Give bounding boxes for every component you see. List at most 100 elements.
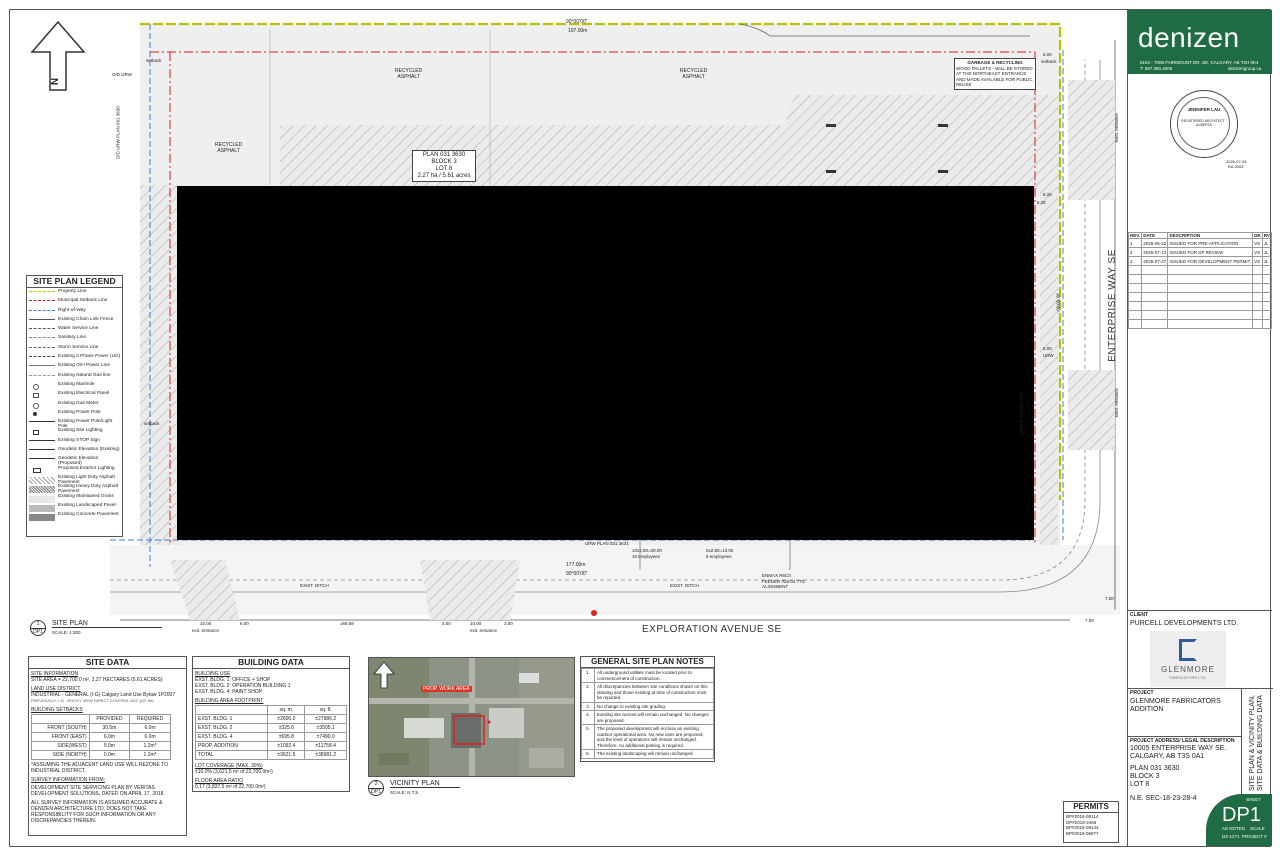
revision-cell — [1167, 301, 1254, 311]
lot-block: BLOCK 3 — [431, 159, 457, 165]
note-row: 1. All underground utilities must be loca… — [581, 668, 714, 683]
note-number: 3. — [581, 701, 595, 711]
site-data-panel: SITE DATA SITE INFORMATION SITE AREA = 2… — [28, 656, 187, 836]
building-cell: EXST. BLDG. 4 — [194, 732, 269, 742]
note-text: All discrepancies between site condition… — [594, 682, 714, 703]
permit-item: BP#2018-06977 — [1066, 830, 1099, 836]
exist-ditch-right: EXIST. DITCH — [670, 583, 699, 588]
stamp-ra: RA 3003 — [1228, 164, 1244, 169]
revision-cell — [1261, 301, 1273, 311]
legend-swatch — [29, 300, 55, 302]
building-uses: EXST. BLDG. 1: OFFICE + SHOP EXST. BLDG. … — [195, 677, 347, 695]
building-cell: ±3505.1 — [304, 723, 347, 733]
project-address-1: 10005 ENTERPRISE WAY SE. — [1130, 745, 1227, 752]
revision-col-header: DR — [1252, 232, 1263, 239]
building-area-table: sq. m. sq. ft. EXST. BLDG. 1 ±2600.0 ±27986… — [194, 705, 347, 760]
revision-row: 1 2026-05-22 ISSUED FOR PRE-APPLICATION VS J… — [1127, 238, 1273, 248]
dim-3-b: 3.00 — [504, 621, 513, 626]
revision-cell: ISSUED FOR DP REVIEW — [1167, 247, 1254, 257]
revision-cell: ISSUED FOR DEVELOPMENT PERMIT — [1167, 256, 1254, 266]
note-number: 5. — [581, 724, 595, 750]
permits-list: BP#2018-09114 DP#2019-2466 BP#2018-09144 BP… — [1064, 813, 1118, 837]
revision-cell — [1127, 319, 1143, 329]
building-cell: ±7490.0 — [304, 732, 347, 742]
building-data-title: BUILDING DATA — [193, 657, 349, 669]
legend-item: Existing Light Duty Asphalt Pavement — [27, 474, 122, 485]
bearing-right: 90°00'00" — [1055, 293, 1061, 313]
left-urw-label: O/D URW — [112, 72, 132, 77]
lot-area: 2.27 ha / 5.61 acres — [417, 173, 471, 179]
legend-swatch — [29, 421, 55, 423]
garbage-title: GARBAGE & RECYCLING — [967, 60, 1023, 65]
building-row: EXST. BLDG. 1 ±2600.0 ±27986.2 — [194, 714, 347, 724]
legend-swatch — [29, 309, 55, 311]
project-section: PROJECT GLENMORE FABRICATORS ADDITION — [1128, 688, 1241, 715]
revision-cell: VS — [1252, 247, 1263, 257]
project-heading: PROJECT — [1130, 690, 1154, 696]
stamp-ring-text: REGISTERED ARCHITECT · ALBERTA — [1181, 119, 1227, 127]
legend-swatch — [29, 328, 55, 330]
note-text: The existing landscaping will remain unc… — [594, 749, 714, 759]
company-address: 5104 - 7005 FAIRMOUNT DR. SE, CALGARY, A… — [1140, 60, 1259, 65]
revision-cell — [1127, 292, 1143, 302]
notes-title: GENERAL SITE PLAN NOTES — [581, 657, 714, 668]
vicinity-caption-number: 2 — [374, 781, 378, 787]
client-logo: GLENMORE FABRICATORS LTD. — [1150, 631, 1226, 687]
garbage-note: GARBAGE & RECYCLING WOOD PALLETS - WILL … — [954, 58, 1036, 90]
street-south: EXPLORATION AVENUE SE — [642, 624, 782, 635]
setback-cell: 5.0m — [88, 741, 131, 751]
revision-cell: 1 — [1127, 238, 1143, 248]
note-text: No change to existing site grading. — [594, 701, 714, 711]
legend-item-label: Existing Concrete Pavement — [58, 512, 119, 518]
legend-swatch — [29, 374, 55, 376]
revision-cell: VS — [1252, 238, 1263, 248]
notes-table: 1. All underground utilities must be loca… — [581, 668, 714, 759]
bearing-bottom: 90°00'00" — [566, 571, 588, 577]
setback-left-2: setback — [144, 421, 160, 426]
revision-cell — [1127, 274, 1143, 284]
note-row: 5. The proposed development will enclose … — [581, 724, 714, 750]
revision-cell — [1141, 274, 1169, 284]
survey-note: ALL SURVEY INFORMATION IS ASSUMED ACCURA… — [31, 800, 163, 824]
note-number: 2. — [581, 682, 595, 703]
legend-item-label: Right-of-Way — [58, 307, 86, 313]
legend-swatch — [29, 346, 55, 348]
revision-cell — [1167, 274, 1254, 284]
setback-right-2: 6.25 — [1037, 200, 1046, 205]
parking-2: 5x2.80=13.00 — [706, 548, 734, 553]
legend-item-label: Existing Chain Link Fence — [58, 316, 114, 322]
revision-cell: 2 — [1127, 247, 1143, 257]
title-block: denizen 5104 - 7005 FAIRMOUNT DR. SE, CA… — [1127, 10, 1273, 846]
legend-item: Geodetic Elevation (Proposed) — [27, 455, 122, 466]
setback-left: setback — [146, 58, 162, 63]
legend-item: Proposed Exterior Lighting — [27, 465, 122, 474]
revision-col-header: REV. — [1127, 232, 1143, 239]
revision-cell — [1141, 310, 1169, 320]
setback-col-header: PROVIDED — [88, 714, 131, 724]
note-number: 1. — [581, 668, 595, 683]
legend-item-label: Existing Maintained Grass — [58, 493, 114, 499]
legend-item-label: Geodetic Elevation (Existing) — [58, 447, 120, 453]
legend-item: Existing Gas Meter — [27, 400, 122, 409]
district-prev: PREVIOUSLY: I-G - ROCKY VIEW DIRECT CONT… — [31, 698, 154, 703]
building-row: EXST. BLDG. 2 ±325.6 ±3505.1 — [194, 723, 347, 733]
legend-item-label: Water Service Line — [58, 326, 99, 332]
dim-59: ±59.59 — [340, 621, 354, 626]
legend-item-label: Existing STOP Sign — [58, 437, 100, 443]
site-info-text: SITE AREA = 22,700.0 m², 2.27 HECTARES (… — [31, 677, 163, 683]
building-cell: ±3621.5 — [267, 750, 306, 760]
legend-item: Property Line — [27, 288, 122, 297]
legend-item: Existing Concrete Pavement — [27, 511, 122, 522]
revision-cell: 3 — [1127, 256, 1143, 266]
legend-item: Existing Site Lighting — [27, 427, 122, 436]
revision-cell — [1141, 283, 1169, 293]
legend-swatch — [33, 383, 39, 390]
legend-item-label: Existing Natural Gas line — [58, 372, 111, 378]
urw-right: URW — [1043, 353, 1054, 358]
legend-item: Sanitary Line — [27, 334, 122, 343]
revision-cell — [1127, 283, 1143, 293]
revision-cell — [1167, 292, 1254, 302]
revision-cell — [1127, 301, 1143, 311]
revision-cell: 2026-07-13 — [1141, 247, 1169, 257]
stamp-name: JENNIFER LAU — [1187, 107, 1221, 112]
